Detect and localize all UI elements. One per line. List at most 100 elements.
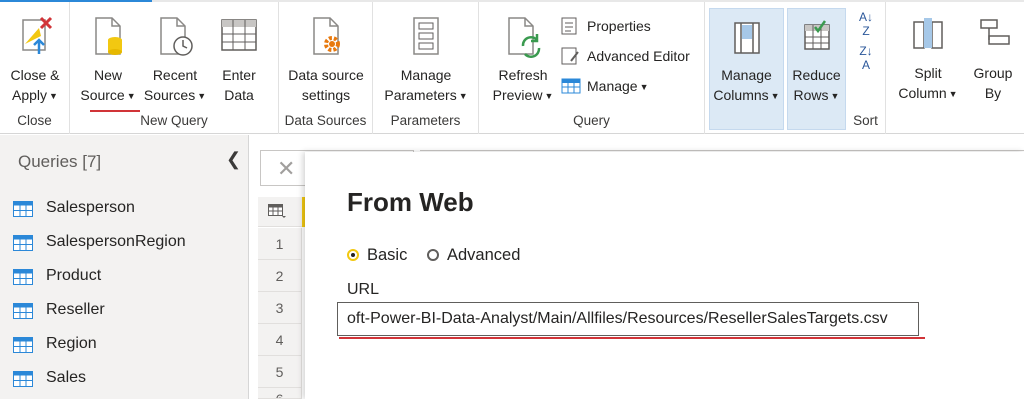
chevron-down-icon: ▼ — [830, 91, 840, 101]
query-item-salespersonregion[interactable]: SalespersonRegion — [0, 226, 248, 260]
query-item-salesperson[interactable]: Salesperson — [0, 192, 248, 226]
row-number[interactable]: 4 — [258, 324, 302, 356]
query-item-label: Reseller — [46, 301, 105, 318]
properties-label: Properties — [587, 18, 651, 34]
table-menu-button[interactable] — [258, 197, 302, 227]
basic-radio[interactable]: Basic — [347, 244, 407, 266]
manage-columns-icon — [733, 22, 760, 54]
table-icon — [561, 78, 581, 94]
data-source-settings-label-1: Data source — [288, 67, 364, 83]
reduce-rows-label-2: Rows — [793, 87, 829, 103]
url-input[interactable]: oft-Power-BI-Data-Analyst/Main/Allfiles/… — [337, 302, 919, 336]
recent-sources-label-2: Sources — [143, 87, 196, 103]
refresh-preview-label-1: Refresh — [498, 67, 548, 83]
table-icon — [13, 371, 33, 387]
chevron-down-icon: ▼ — [197, 91, 207, 101]
new-source-label-1: New — [93, 67, 122, 83]
chevron-down-icon: ▼ — [126, 91, 136, 101]
query-item-product[interactable]: Product — [0, 260, 248, 294]
table-icon — [13, 269, 33, 285]
query-item-label: SalespersonRegion — [46, 233, 186, 250]
row-number[interactable]: 5 — [258, 356, 302, 388]
query-item-sales[interactable]: Sales — [0, 362, 248, 396]
close-apply-icon — [22, 16, 53, 54]
split-column-icon — [913, 18, 943, 49]
close-apply-label-1: Close & — [10, 67, 60, 83]
group-label-data-sources: Data Sources — [284, 113, 367, 128]
manage-columns-button[interactable]: Manage Columns ▼ — [709, 8, 784, 130]
table-icon — [13, 303, 33, 319]
new-source-icon — [95, 17, 122, 55]
group-new-query: New Source ▼ Recent Sources ▼ Enter Data New … — [70, 2, 279, 134]
data-source-settings-label-2: settings — [301, 87, 351, 103]
row-number[interactable]: 6 — [258, 388, 302, 399]
recent-sources-label-1: Recent — [152, 67, 198, 83]
new-source-button[interactable]: New Source ▼ — [78, 2, 138, 110]
advanced-radio-label: Advanced — [447, 246, 521, 264]
query-item-reseller[interactable]: Reseller — [0, 294, 248, 328]
chevron-down-icon: ▼ — [948, 89, 958, 99]
close-apply-button[interactable]: Close & Apply ▼ — [2, 2, 68, 110]
sort-descending-button[interactable]: Z↓ A — [854, 44, 878, 76]
group-by-label-2: By — [984, 85, 1002, 101]
reduce-rows-label-1: Reduce — [792, 67, 841, 83]
manage-parameters-label-2: Parameters — [384, 87, 457, 103]
radio-selected-icon — [347, 249, 359, 261]
properties-button[interactable]: Properties — [561, 14, 651, 38]
chevron-down-icon: ▼ — [49, 91, 58, 101]
manage-parameters-button[interactable]: Manage Parameters ▼ — [379, 2, 473, 110]
group-parameters: Manage Parameters ▼ Parameters — [373, 2, 479, 134]
url-highlight — [339, 337, 925, 339]
row-number[interactable]: 1 — [258, 228, 302, 260]
manage-columns-label-1: Manage — [721, 67, 772, 83]
new-source-highlight — [90, 110, 140, 112]
close-apply-label-2: Apply — [12, 87, 48, 103]
table-icon — [13, 337, 33, 353]
chevron-down-icon: ▼ — [639, 82, 649, 92]
group-label-parameters: Parameters — [390, 113, 461, 128]
dialog-title: From Web — [347, 187, 474, 217]
advanced-radio[interactable]: Advanced — [427, 244, 520, 266]
manage-columns-label-2: Columns — [713, 87, 769, 103]
refresh-preview-icon — [508, 17, 541, 58]
query-item-label: Region — [46, 335, 97, 352]
advanced-editor-button[interactable]: Advanced Editor — [561, 44, 690, 68]
basic-radio-label: Basic — [367, 246, 408, 264]
advanced-editor-label: Advanced Editor — [587, 48, 690, 64]
enter-data-icon — [221, 19, 257, 51]
radio-unselected-icon — [427, 249, 439, 261]
ribbon: Close & Apply ▼ Close New Source ▼ Recent Sou… — [0, 0, 1024, 134]
sort-ascending-button[interactable]: A↓ Z — [854, 10, 878, 42]
group-sort: A↓ Z Z↓ A Sort — [846, 2, 886, 134]
group-query: Refresh Preview ▼ Properties Advanced Edit… — [479, 2, 705, 134]
group-label-close: Close — [17, 113, 52, 128]
chevron-left-icon[interactable]: ❮ — [226, 149, 241, 170]
group-by-icon — [980, 19, 1010, 45]
reduce-rows-button[interactable]: Reduce Rows ▼ — [787, 8, 846, 130]
manage-parameters-icon — [413, 17, 439, 55]
sort-descending-icon: Z↓ A — [859, 44, 873, 72]
row-number[interactable]: 2 — [258, 260, 302, 292]
data-source-settings-icon — [313, 17, 340, 55]
query-item-label: Product — [46, 267, 102, 284]
refresh-preview-button[interactable]: Refresh Preview ▼ — [487, 2, 559, 110]
data-source-settings-button[interactable]: Data source settings — [283, 2, 369, 110]
manage-parameters-label-1: Manage — [400, 67, 452, 83]
query-item-region[interactable]: Region — [0, 328, 248, 362]
sort-ascending-icon: A↓ Z — [858, 10, 873, 38]
split-column-button[interactable]: Split Column ▼ — [893, 0, 963, 108]
queries-pane-title: Queries [7] — [18, 152, 102, 171]
chevron-down-icon: ▼ — [458, 91, 468, 101]
row-number[interactable]: 3 — [258, 292, 302, 324]
enter-data-button[interactable]: Enter Data — [214, 2, 264, 110]
advanced-editor-icon — [561, 47, 579, 65]
group-by-button[interactable]: Group By — [966, 0, 1020, 108]
recent-sources-button[interactable]: Recent Sources ▼ — [142, 2, 208, 110]
table-icon — [13, 201, 33, 217]
enter-data-label-1: Enter — [222, 67, 256, 83]
split-column-label-2: Column — [898, 85, 947, 101]
cancel-formula-icon[interactable]: ✕ — [277, 156, 295, 182]
refresh-preview-label-2: Preview — [492, 87, 543, 103]
manage-query-button[interactable]: Manage ▼ — [561, 74, 649, 98]
group-label-sort: Sort — [853, 113, 878, 128]
